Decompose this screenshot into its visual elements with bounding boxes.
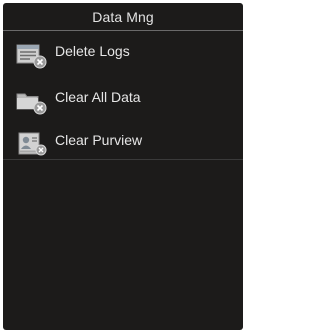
title-bar: Data Mng: [3, 3, 243, 30]
menu-bottom-divider: [3, 159, 243, 160]
clear-purview-icon: [16, 131, 48, 157]
device-screen: Data Mng Delete Logs Clear All Data Clea…: [3, 3, 243, 330]
menu-item-label: Clear All Data: [55, 89, 141, 105]
screen-title: Data Mng: [92, 9, 154, 25]
title-divider: [3, 30, 243, 31]
menu-item-clear-purview[interactable]: Clear Purview: [3, 117, 243, 159]
menu-item-clear-all-data[interactable]: Clear All Data: [3, 75, 243, 117]
menu-item-label: Delete Logs: [55, 43, 130, 59]
data-management-menu: Delete Logs Clear All Data Clear Purview: [3, 33, 243, 159]
delete-logs-icon: [16, 43, 48, 69]
clear-all-data-icon: [16, 89, 48, 115]
menu-item-delete-logs[interactable]: Delete Logs: [3, 33, 243, 75]
menu-item-label: Clear Purview: [55, 132, 143, 148]
